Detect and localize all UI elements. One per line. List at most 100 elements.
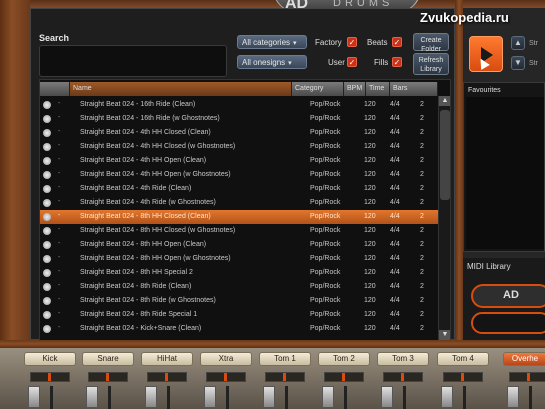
channel-fader[interactable] — [86, 386, 98, 408]
table-row[interactable]: - Straight Beat 024 - 8th HH Closed (w Gh… — [40, 224, 440, 238]
channel-fader[interactable] — [322, 386, 334, 408]
bullet-icon[interactable] — [43, 171, 51, 179]
row-bpm: 120 — [364, 157, 376, 164]
channel-pan-slot[interactable] — [206, 372, 246, 382]
table-row[interactable]: - Straight Beat 024 - 8th HH Special 2 Pop… — [40, 266, 440, 280]
bullet-icon[interactable] — [43, 297, 51, 305]
channel-fader[interactable] — [441, 386, 453, 408]
list-scrollbar[interactable]: ▲ ▼ — [438, 96, 450, 340]
onesigns-dropdown[interactable]: All onesigns ▾ — [237, 55, 307, 69]
column-header-bpm[interactable]: BPM — [344, 82, 366, 96]
table-row[interactable]: - Straight Beat 024 - 4th HH Open (Clean)… — [40, 154, 440, 168]
create-folder-button[interactable]: Create Folder — [413, 33, 449, 53]
tree-line-icon: - — [58, 114, 61, 121]
channel-pan-slot[interactable] — [265, 372, 305, 382]
categories-dropdown[interactable]: All categories ▾ — [237, 35, 307, 49]
row-name: Straight Beat 024 - 4th HH Open (Clean) — [80, 157, 207, 164]
row-time: 4/4 — [390, 297, 400, 304]
column-header-bars[interactable]: Bars — [390, 82, 438, 96]
row-time: 4/4 — [390, 241, 400, 248]
channel-pan-slot[interactable] — [383, 372, 423, 382]
channel-fader[interactable] — [204, 386, 216, 408]
channel-fader[interactable] — [507, 386, 519, 408]
table-row[interactable]: - Straight Beat 024 - Kick+Snare (Clean) P… — [40, 322, 440, 336]
tree-line-icon: - — [58, 282, 61, 289]
scroll-thumb[interactable] — [440, 110, 450, 200]
bullet-icon[interactable] — [43, 325, 51, 333]
fader-rail — [167, 386, 170, 409]
channel-button[interactable]: Kick — [24, 352, 76, 366]
bullet-icon[interactable] — [43, 311, 51, 319]
chevron-down-icon: ▾ — [293, 40, 297, 47]
pan-marker — [224, 373, 227, 381]
column-header-time[interactable]: Time — [366, 82, 390, 96]
fills-checkbox[interactable]: ✓ — [392, 57, 402, 67]
channel-pan-slot[interactable] — [443, 372, 483, 382]
bullet-icon[interactable] — [43, 115, 51, 123]
onesigns-dropdown-label: All onesigns — [242, 58, 286, 67]
bullet-icon[interactable] — [43, 269, 51, 277]
channel-fader[interactable] — [28, 386, 40, 408]
column-header-category[interactable]: Category — [292, 82, 344, 96]
channel-button[interactable]: Tom 1 — [259, 352, 311, 366]
bullet-icon[interactable] — [43, 129, 51, 137]
up-arrow-button[interactable]: ▲ — [511, 36, 525, 50]
bullet-icon[interactable] — [43, 227, 51, 235]
user-checkbox[interactable]: ✓ — [347, 57, 357, 67]
row-bars: 2 — [420, 213, 424, 220]
table-row[interactable]: - Straight Beat 024 - 8th Ride (w Ghostno… — [40, 294, 440, 308]
bullet-icon[interactable] — [43, 255, 51, 263]
favourites-list[interactable] — [466, 97, 544, 249]
bullet-icon[interactable] — [43, 283, 51, 291]
midi-library-slot[interactable] — [471, 312, 545, 334]
row-category: Pop/Rock — [310, 171, 341, 178]
table-row[interactable]: - Straight Beat 024 - 8th Ride Special 1 P… — [40, 308, 440, 322]
channel-button[interactable]: Overhe — [503, 352, 545, 366]
beats-checkbox[interactable]: ✓ — [392, 37, 402, 47]
factory-checkbox[interactable]: ✓ — [347, 37, 357, 47]
bullet-icon[interactable] — [43, 157, 51, 165]
table-row[interactable]: - Straight Beat 024 - 8th HH Open (Clean)… — [40, 238, 440, 252]
channel-pan-slot[interactable] — [324, 372, 364, 382]
channel-button[interactable]: Tom 2 — [318, 352, 370, 366]
channel-pan-slot[interactable] — [147, 372, 187, 382]
bullet-icon[interactable] — [43, 213, 51, 221]
channel-pan-slot[interactable] — [509, 372, 545, 382]
scroll-down-icon[interactable]: ▼ — [439, 330, 450, 340]
scroll-up-icon[interactable]: ▲ — [439, 96, 450, 106]
bullet-icon[interactable] — [43, 143, 51, 151]
tree-line-icon: - — [58, 156, 61, 163]
search-input[interactable] — [39, 45, 227, 77]
table-row[interactable]: - Straight Beat 024 - 8th HH Closed (Clea… — [40, 210, 440, 224]
refresh-library-button[interactable]: Refresh Library — [413, 53, 449, 75]
channel-fader[interactable] — [145, 386, 157, 408]
channel-button[interactable]: Xtra — [200, 352, 252, 366]
midi-library-button[interactable]: AD — [471, 284, 545, 308]
pan-marker — [48, 373, 51, 381]
channel-button[interactable]: Tom 3 — [377, 352, 429, 366]
down-arrow-button[interactable]: ▼ — [511, 56, 525, 70]
tree-line-icon: - — [58, 268, 61, 275]
channel-button[interactable]: Snare — [82, 352, 134, 366]
channel-button[interactable]: Tom 4 — [437, 352, 489, 366]
bullet-icon[interactable] — [43, 199, 51, 207]
table-row[interactable]: - Straight Beat 024 - 16th Ride (w Ghostn… — [40, 112, 440, 126]
table-row[interactable]: - Straight Beat 024 - 16th Ride (Clean) Po… — [40, 98, 440, 112]
table-row[interactable]: - Straight Beat 024 - 4th HH Open (w Ghos… — [40, 168, 440, 182]
row-time: 4/4 — [390, 269, 400, 276]
channel-pan-slot[interactable] — [88, 372, 128, 382]
channel-fader[interactable] — [381, 386, 393, 408]
channel-fader[interactable] — [263, 386, 275, 408]
table-row[interactable]: - Straight Beat 024 - 8th Ride (Clean) Pop… — [40, 280, 440, 294]
table-row[interactable]: - Straight Beat 024 - 8th HH Open (w Ghos… — [40, 252, 440, 266]
column-header-name[interactable]: Name — [70, 82, 292, 96]
bullet-icon[interactable] — [43, 241, 51, 249]
channel-pan-slot[interactable] — [30, 372, 70, 382]
table-row[interactable]: - Straight Beat 024 - 4th Ride (w Ghostno… — [40, 196, 440, 210]
table-row[interactable]: - Straight Beat 024 - 4th HH Closed (w Gh… — [40, 140, 440, 154]
table-row[interactable]: - Straight Beat 024 - 4th Ride (Clean) Pop… — [40, 182, 440, 196]
bullet-icon[interactable] — [43, 101, 51, 109]
table-row[interactable]: - Straight Beat 024 - 4th HH Closed (Clea… — [40, 126, 440, 140]
bullet-icon[interactable] — [43, 185, 51, 193]
channel-button[interactable]: HiHat — [141, 352, 193, 366]
